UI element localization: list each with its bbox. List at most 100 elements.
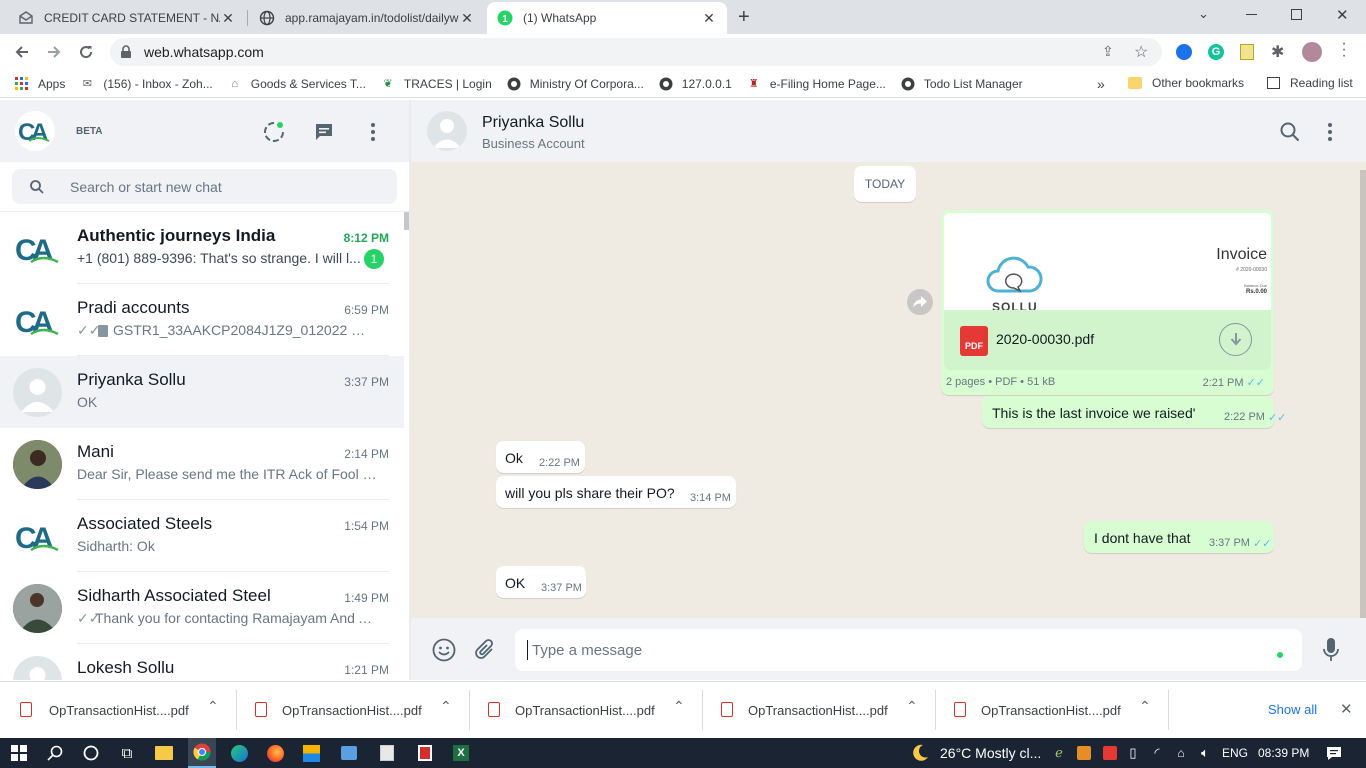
tray-anydesk-icon[interactable]	[1100, 738, 1120, 768]
forward-icon[interactable]	[907, 289, 933, 315]
reading-list-button[interactable]: Reading list	[1267, 76, 1353, 90]
microphone-icon[interactable]	[1322, 637, 1340, 668]
excel-icon[interactable]: X	[450, 738, 472, 768]
bookmark-zoho-inbox[interactable]: ✉ (156) - Inbox - Zoh...	[79, 76, 213, 92]
edge-icon[interactable]	[228, 738, 250, 768]
chrome-menu-icon[interactable]: · · ·	[1341, 36, 1347, 64]
message-input[interactable]: Type a message	[515, 629, 1302, 671]
menu-kebab-icon[interactable]	[1328, 123, 1332, 141]
message-placeholder: Type a message	[532, 642, 643, 659]
windows-start-icon[interactable]	[8, 738, 30, 768]
chat-item-lokesh-sollu[interactable]: Lokesh Sollu 1:21 PM	[0, 644, 404, 680]
emoji-icon[interactable]	[432, 638, 456, 667]
file-explorer-icon[interactable]	[152, 738, 176, 768]
network-icon[interactable]: ⌂	[1172, 738, 1190, 768]
close-icon[interactable]: ✕	[1340, 700, 1353, 718]
system-clock[interactable]: 08:39 PM	[1258, 738, 1309, 768]
download-icon[interactable]	[1219, 323, 1252, 356]
forward-arrow-icon[interactable]	[42, 40, 66, 64]
tab-whatsapp[interactable]: 1 (1) WhatsApp ✕	[487, 2, 727, 34]
search-input[interactable]: Search or start new chat	[12, 169, 397, 204]
show-all-downloads-link[interactable]: Show all	[1268, 702, 1317, 717]
profile-avatar[interactable]	[1302, 42, 1322, 62]
new-tab-button[interactable]: +	[738, 6, 750, 29]
chat-item-priyanka-sollu[interactable]: Priyanka Sollu 3:37 PM OK	[0, 356, 404, 428]
conversation-header[interactable]: Priyanka Sollu Business Account	[411, 100, 1366, 162]
download-item[interactable]: OpTransactionHist....pdf ⌃	[469, 682, 702, 739]
wifi-icon[interactable]: ◜	[1148, 738, 1166, 768]
bookmark-gst[interactable]: ⌂ Goods & Services T...	[227, 76, 366, 92]
bookmarks-overflow-button[interactable]: »	[1097, 76, 1105, 92]
bookmark-mca[interactable]: Ministry Of Corpora...	[506, 76, 644, 92]
download-item[interactable]: OpTransactionHist....pdf ⌃	[935, 682, 1168, 739]
chat-item-sidharth-associated-steel[interactable]: Sidharth Associated Steel 1:49 PM ✓✓ Tha…	[0, 572, 404, 644]
download-item[interactable]: OpTransactionHist....pdf ⌃	[0, 682, 236, 739]
attach-paperclip-icon[interactable]	[474, 638, 496, 667]
chat-item-mani[interactable]: Mani 2:14 PM Dear Sir, Please send me th…	[0, 428, 404, 500]
store-icon[interactable]	[338, 738, 360, 768]
bookmark-efiling[interactable]: ♜ e-Filing Home Page...	[746, 76, 886, 92]
chevron-up-icon[interactable]: ⌃	[1139, 698, 1151, 715]
cortana-icon[interactable]	[80, 738, 102, 768]
chat-item-associated-steels[interactable]: CA Associated Steels 1:54 PM Sidharth: O…	[0, 500, 404, 572]
window-close-button[interactable]: ✕	[1336, 6, 1349, 24]
address-bar[interactable]: web.whatsapp.com ⇪ ☆	[110, 38, 1162, 66]
download-item[interactable]: OpTransactionHist....pdf ⌃	[236, 682, 469, 739]
grammarly-icon[interactable]: G	[1208, 44, 1224, 60]
tab-credit-card[interactable]: CREDIT CARD STATEMENT - NAR ✕	[8, 2, 246, 34]
menu-kebab-icon[interactable]	[371, 123, 375, 141]
weather-moon-icon[interactable]	[908, 738, 932, 768]
new-chat-icon[interactable]	[314, 122, 334, 147]
share-icon[interactable]: ⇪	[1102, 43, 1114, 60]
app-tile-icon[interactable]	[300, 738, 322, 768]
language-indicator[interactable]: ENG	[1222, 738, 1248, 768]
notepad-icon[interactable]	[376, 738, 398, 768]
calculator-app-icon[interactable]	[414, 738, 436, 768]
search-icon[interactable]	[44, 738, 66, 768]
chat-item-authentic-journeys[interactable]: CA Authentic journeys India 8:12 PM +1 (…	[0, 212, 404, 284]
back-arrow-icon[interactable]	[10, 40, 34, 64]
default-avatar-icon[interactable]	[427, 111, 467, 151]
chevron-up-icon[interactable]: ⌃	[440, 698, 452, 715]
bookmark-traces[interactable]: ❦ TRACES | Login	[380, 76, 491, 92]
chevron-up-icon[interactable]: ⌃	[673, 698, 685, 715]
close-icon[interactable]: ✕	[220, 10, 236, 27]
status-icon[interactable]	[263, 121, 285, 148]
chat-list-scrollbar[interactable]	[404, 212, 409, 230]
bookmark-star-icon[interactable]: ☆	[1134, 42, 1148, 62]
download-item[interactable]: OpTransactionHist....pdf ⌃	[702, 682, 935, 739]
reload-icon[interactable]	[74, 40, 98, 64]
tab-search-chevron-icon[interactable]: ⌄	[1198, 6, 1209, 22]
tray-app-icon[interactable]	[1074, 738, 1094, 768]
chrome-taskbar-icon[interactable]	[188, 738, 216, 768]
my-profile-avatar[interactable]: CA	[15, 111, 55, 151]
other-bookmarks-folder[interactable]: Other bookmarks	[1128, 76, 1244, 90]
volume-icon[interactable]: 🔈︎	[1196, 738, 1214, 768]
invoice-preview[interactable]: SOLLU Invoice # 2020-00030 Balance Due R…	[944, 213, 1271, 310]
chevron-up-icon[interactable]: ⌃	[906, 698, 918, 715]
bookmark-localhost[interactable]: 127.0.0.1	[658, 76, 732, 92]
battery-icon[interactable]: ▯	[1124, 738, 1142, 768]
chat-item-pradi-accounts[interactable]: CA Pradi accounts 6:59 PM ✓✓ GSTR1_33AAK…	[0, 284, 404, 356]
search-icon[interactable]	[1280, 122, 1300, 147]
tray-ie-icon[interactable]: ℯ	[1050, 738, 1068, 768]
tab-todolist[interactable]: app.ramajayam.in/todolist/dailyw ✕	[249, 2, 485, 34]
extension-sync-icon[interactable]	[1176, 44, 1192, 60]
notifications-icon[interactable]	[1324, 738, 1344, 768]
bookmark-apps[interactable]: Apps	[14, 76, 65, 92]
task-view-icon[interactable]: ⧉	[116, 738, 138, 768]
pdf-file-icon	[721, 702, 733, 717]
restore-button[interactable]	[1291, 9, 1302, 20]
close-icon[interactable]: ✕	[459, 10, 475, 27]
chevron-up-icon[interactable]: ⌃	[207, 698, 219, 715]
weather-text[interactable]: 26°C Mostly cl...	[940, 738, 1041, 768]
puzzle-extensions-icon[interactable]: ✱	[1271, 42, 1284, 62]
firefox-icon[interactable]	[264, 738, 286, 768]
notes-extension-icon[interactable]	[1240, 44, 1254, 60]
close-icon[interactable]: ✕	[701, 10, 717, 27]
grammarly-dot-icon[interactable]	[1277, 652, 1283, 658]
bookmark-todo[interactable]: Todo List Manager	[900, 76, 1023, 92]
minimize-button[interactable]	[1246, 14, 1257, 15]
message-list-scrollbar[interactable]	[1360, 170, 1366, 618]
file-attachment[interactable]: PDF 2020-00030.pdf	[944, 310, 1271, 370]
